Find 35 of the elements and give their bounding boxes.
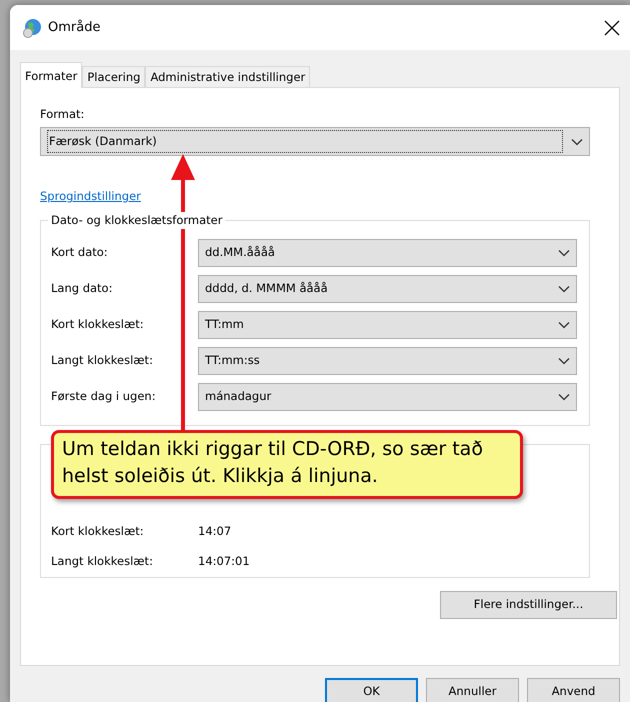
dropdown-chevron-icon [558, 392, 570, 400]
field-value: 14:07:01 [198, 552, 251, 570]
dialog-button[interactable]: OK [325, 678, 418, 702]
window-title: Område [48, 18, 100, 37]
dialog-button[interactable]: Annuller [426, 678, 519, 702]
dropdown-chevron-icon [558, 320, 570, 328]
format-dropdown[interactable]: mánadagur [198, 382, 577, 410]
field-value: 14:07 [198, 522, 232, 540]
field-label: Langt klokkeslæt: [51, 352, 154, 369]
globe-icon [22, 18, 42, 38]
tab[interactable]: Formater [20, 62, 82, 88]
format-dropdown[interactable]: dd.MM.åååå [198, 238, 577, 266]
dropdown-chevron-icon [571, 138, 583, 146]
format-dropdown[interactable]: TT:mm:ss [198, 346, 577, 374]
field-label: Format: [40, 106, 86, 123]
field-label: Kort klokkeslæt: [51, 316, 145, 333]
language-settings-link[interactable]: Sprogindstillinger [40, 189, 141, 204]
callout-note: Um teldan ikki riggar til CD-ORÐ, so sær tað helst soleiðis út. Klikkja á linjuna. [51, 430, 523, 499]
format-dropdown[interactable]: TT:mm [198, 310, 577, 338]
format-dropdown[interactable]: dddd, d. MMMM åååå [198, 274, 577, 302]
field-label: Kort klokkeslæt: [51, 522, 145, 540]
field-label: Langt klokkeslæt: [51, 552, 154, 570]
dropdown-chevron-icon [558, 356, 570, 364]
tab[interactable]: Administrative indstillinger [145, 66, 310, 87]
field-label: Lang dato: [51, 280, 114, 297]
field-label: Kort dato: [51, 244, 109, 261]
dropdown-chevron-icon [558, 248, 570, 256]
dropdown-chevron-icon [558, 284, 570, 292]
tab[interactable]: Placering [82, 66, 146, 87]
more-settings-button[interactable]: Flere indstillinger... [440, 590, 617, 618]
dialog-button[interactable]: Anvend [527, 678, 620, 702]
format-dropdown[interactable]: Færøsk (Danmark) [40, 127, 590, 156]
close-icon[interactable] [602, 18, 622, 38]
group-title: Dato- og klokkeslætsformater [48, 212, 226, 229]
field-label: Første dag i ugen: [51, 388, 157, 405]
